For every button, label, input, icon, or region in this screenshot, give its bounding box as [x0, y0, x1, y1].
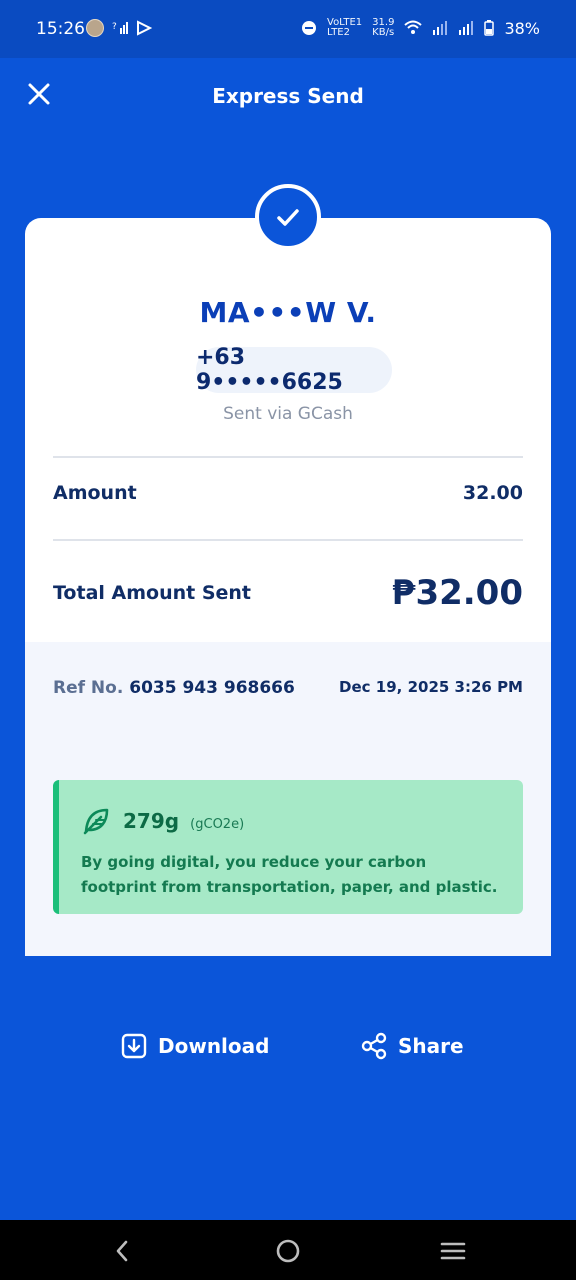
download-button[interactable]: Download	[120, 1032, 269, 1060]
battery-icon	[484, 20, 495, 36]
status-bar: 15:26 ? VoLTE1 LTE2 31.9 KB/s 38%	[0, 0, 576, 58]
signal-icon-1	[433, 21, 448, 35]
ref-value: 6035 943 968666	[129, 678, 295, 698]
battery-percent: 38%	[504, 18, 540, 38]
eco-header: 279g (gCO2e)	[81, 806, 244, 836]
divider	[53, 456, 523, 458]
share-icon	[361, 1032, 387, 1060]
receipt-zigzag-edge	[25, 940, 551, 954]
download-label: Download	[158, 1034, 270, 1058]
reference-number: Ref No. 6035 943 968666	[53, 678, 295, 698]
leaf-icon	[83, 808, 109, 835]
back-icon[interactable]	[110, 1238, 136, 1264]
status-left-icons: ?	[86, 19, 152, 37]
share-button[interactable]: Share	[360, 1032, 464, 1060]
amount-value: 32.00	[462, 482, 523, 504]
receipt-details: Ref No. 6035 943 968666 Dec 19, 2025 3:2…	[25, 642, 551, 956]
recipient-phone: +63 9•••••6625	[196, 345, 392, 395]
menu-icon[interactable]	[440, 1238, 466, 1264]
user-avatar-icon	[86, 19, 104, 37]
eco-description: By going digital, you reduce your carbon…	[81, 853, 498, 896]
sent-via-text: Sent via GCash	[223, 404, 353, 424]
share-label: Share	[398, 1034, 464, 1058]
page-title: Express Send	[212, 84, 364, 108]
download-icon	[121, 1033, 147, 1059]
total-value: ₱32.00	[391, 573, 523, 613]
signal-question-icon: ?	[112, 22, 128, 34]
transaction-datetime: Dec 19, 2025 3:26 PM	[339, 678, 523, 696]
amount-row: Amount 32.00	[53, 482, 523, 504]
home-icon[interactable]	[275, 1238, 301, 1264]
wifi-icon	[404, 20, 423, 34]
eco-impact-banner: 279g (gCO2e) By going digital, you reduc…	[53, 780, 523, 914]
do-not-disturb-icon	[302, 21, 316, 35]
signal-icon-2	[459, 21, 474, 35]
amount-label: Amount	[53, 482, 137, 504]
top-bar: Express Send	[0, 58, 576, 138]
check-icon	[277, 209, 299, 226]
receipt-card: MA•••W V. +63 9•••••6625 Sent via GCash …	[25, 218, 551, 956]
network-speed: 31.9 KB/s	[372, 17, 395, 38]
recipient-name: MA•••W V.	[199, 296, 377, 329]
total-row: Total Amount Sent ₱32.00	[53, 573, 523, 613]
total-label: Total Amount Sent	[53, 582, 252, 604]
status-time: 15:26	[36, 19, 85, 39]
eco-unit: (gCO2e)	[190, 817, 245, 832]
ref-label: Ref No.	[53, 678, 124, 698]
volte-indicator: VoLTE1 LTE2	[327, 17, 363, 38]
divider	[53, 539, 523, 541]
eco-grams: 279g	[123, 809, 180, 833]
play-store-icon	[137, 20, 152, 36]
svg-text:?: ?	[112, 22, 117, 32]
success-badge	[255, 184, 321, 250]
status-right-icons: VoLTE1 LTE2 31.9 KB/s 38%	[301, 18, 540, 38]
system-nav-bar	[0, 1220, 576, 1280]
